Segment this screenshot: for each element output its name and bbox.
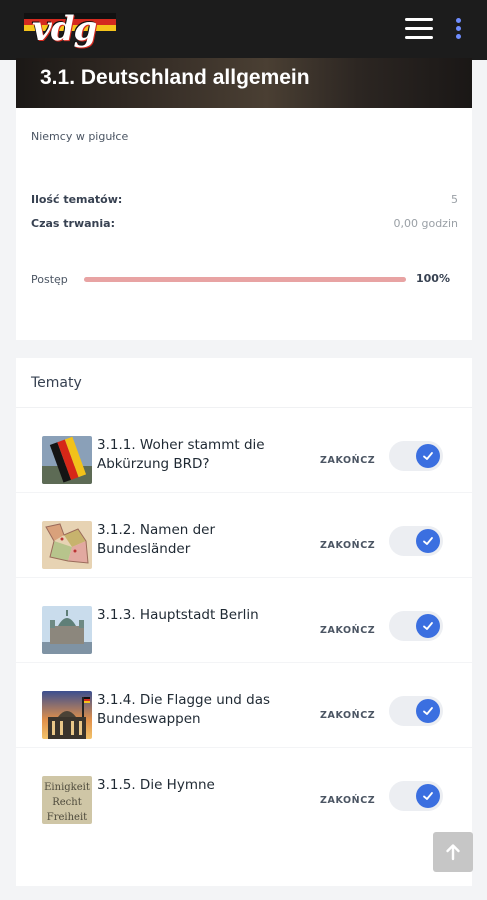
topic-thumbnail	[42, 606, 92, 654]
topic-thumbnail	[42, 521, 92, 569]
checkmark-icon	[416, 699, 440, 723]
site-logo[interactable]: vdg	[24, 11, 116, 49]
completion-toggle[interactable]	[389, 611, 443, 641]
finish-label[interactable]: ZAKOŃCZ	[320, 540, 375, 551]
checkmark-icon	[416, 444, 440, 468]
checkmark-icon	[416, 529, 440, 553]
finish-label[interactable]: ZAKOŃCZ	[320, 795, 375, 806]
course-description: Niemcy w pigułce	[31, 130, 129, 143]
progress-bar-fill	[84, 277, 406, 282]
finish-label[interactable]: ZAKOŃCZ	[320, 625, 375, 636]
completion-toggle[interactable]	[389, 526, 443, 556]
completion-toggle[interactable]	[389, 441, 443, 471]
topic-row[interactable]: 3.1.2. Namen der Bundesländer ZAKOŃCZ	[16, 493, 472, 578]
topic-count-value: 5	[451, 193, 458, 206]
topics-heading: Tematy	[31, 375, 82, 391]
finish-label[interactable]: ZAKOŃCZ	[320, 710, 375, 721]
topic-row[interactable]: 3.1.4. Die Flagge und das Bundeswappen Z…	[16, 663, 472, 748]
completion-toggle[interactable]	[389, 696, 443, 726]
duration-value: 0,00 godzin	[393, 217, 459, 230]
kebab-menu-icon[interactable]	[454, 18, 462, 42]
topic-row[interactable]: 3.1.1. Woher stammt die Abkürzung BRD? Z…	[16, 408, 472, 493]
topic-count-label: Ilość tematów:	[31, 193, 123, 206]
duration-label: Czas trwania:	[31, 217, 115, 230]
progress-bar	[84, 277, 406, 282]
topic-title[interactable]: 3.1.3. Hauptstadt Berlin	[97, 606, 297, 625]
progress-label: Postęp	[31, 273, 68, 286]
topic-thumbnail: Einigkeit Recht Freiheit	[42, 776, 92, 824]
course-hero-banner: 3.1. Deutschland allgemein	[16, 58, 472, 108]
topic-title[interactable]: 3.1.1. Woher stammt die Abkürzung BRD?	[97, 436, 297, 474]
topic-thumbnail	[42, 436, 92, 484]
topics-card: Tematy 3.1.1. Woher stammt die Abkürzung…	[16, 358, 472, 886]
topic-title[interactable]: 3.1.5. Die Hymne	[97, 776, 297, 795]
topic-title[interactable]: 3.1.2. Namen der Bundesländer	[97, 521, 297, 559]
completion-toggle[interactable]	[389, 781, 443, 811]
topic-row[interactable]: 3.1.3. Hauptstadt Berlin ZAKOŃCZ	[16, 578, 472, 663]
progress-percent: 100%	[416, 272, 450, 285]
finish-label[interactable]: ZAKOŃCZ	[320, 455, 375, 466]
checkmark-icon	[416, 784, 440, 808]
thumbnail-text: Einigkeit	[44, 782, 90, 793]
back-to-top-button[interactable]	[433, 832, 473, 872]
course-summary-card: 3.1. Deutschland allgemein Niemcy w pigu…	[16, 58, 472, 340]
arrow-up-icon	[446, 844, 460, 861]
topic-row[interactable]: Einigkeit Recht Freiheit 3.1.5. Die Hymn…	[16, 748, 472, 833]
course-title: 3.1. Deutschland allgemein	[40, 66, 310, 89]
top-navbar: vdg	[0, 0, 487, 60]
logo-text: vdg	[32, 9, 97, 49]
checkmark-icon	[416, 614, 440, 638]
thumbnail-text: Recht	[52, 797, 82, 808]
topic-title[interactable]: 3.1.4. Die Flagge und das Bundeswappen	[97, 691, 297, 729]
topic-thumbnail	[42, 691, 92, 739]
thumbnail-text: Freiheit	[47, 812, 87, 823]
hamburger-icon[interactable]	[405, 18, 433, 42]
